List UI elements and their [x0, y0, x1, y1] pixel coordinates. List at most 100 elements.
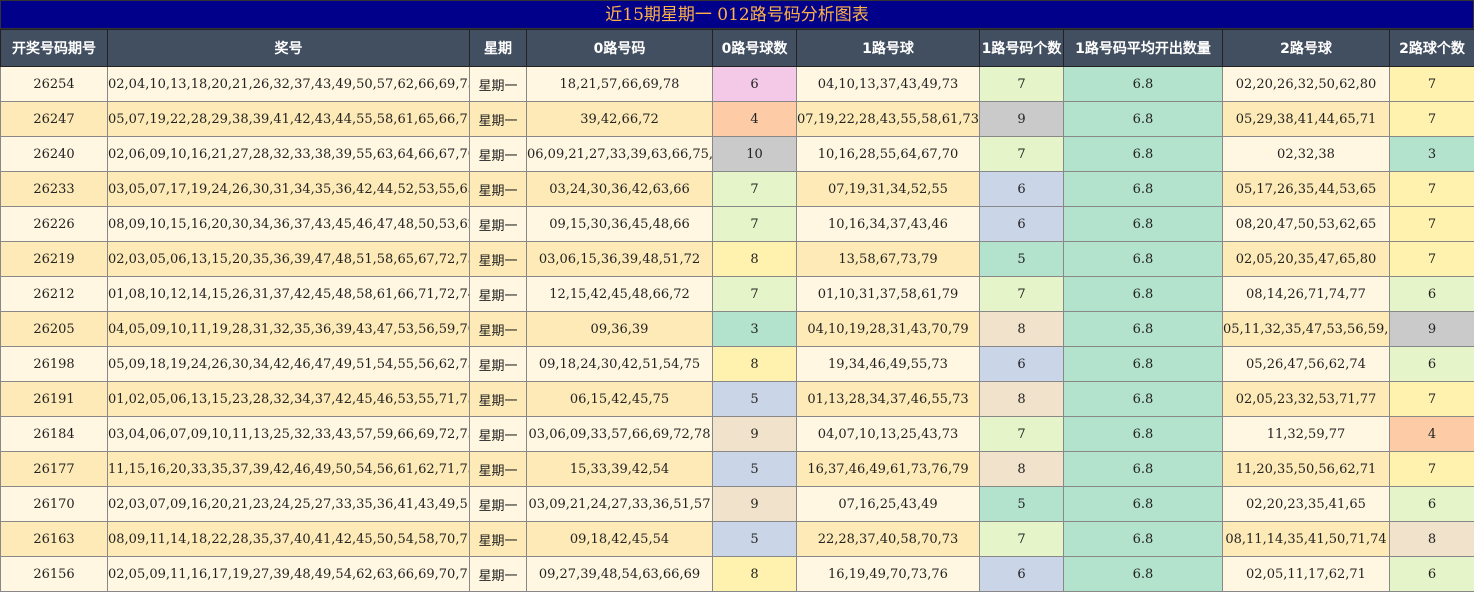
table-row: 2623303,05,07,17,19,24,26,30,31,34,35,36…	[1, 172, 1474, 207]
cell-r1-count: 7	[980, 67, 1064, 102]
cell-r1-count: 6	[980, 347, 1064, 382]
header-r0-count: 0路号球数	[713, 30, 797, 67]
cell-r0-numbers: 03,06,09,33,57,66,69,72,78	[527, 417, 713, 452]
cell-r0-count: 10	[713, 137, 797, 172]
cell-issue: 26198	[1, 347, 108, 382]
cell-weekday: 星期一	[470, 557, 527, 592]
cell-r2-numbers: 02,05,23,32,53,71,77	[1223, 382, 1390, 417]
header-r1-numbers: 1路号球	[797, 30, 980, 67]
cell-r2-numbers: 05,29,38,41,44,65,71	[1223, 102, 1390, 137]
cell-weekday: 星期一	[470, 522, 527, 557]
cell-r1-numbers: 01,13,28,34,37,46,55,73	[797, 382, 980, 417]
cell-r1-avg: 6.8	[1064, 522, 1223, 557]
cell-r1-count: 5	[980, 242, 1064, 277]
header-r1-count: 1路号码个数	[980, 30, 1064, 67]
chart-container: 近15期星期一 012路号码分析图表 开奖号码期号 奖号 星期 0路号码 0路号…	[0, 0, 1474, 591]
cell-r0-numbers: 03,06,15,36,39,48,51,72	[527, 242, 713, 277]
cell-numbers: 04,05,09,10,11,19,28,31,32,35,36,39,43,4…	[108, 312, 470, 347]
cell-r1-numbers: 07,19,22,28,43,55,58,61,73	[797, 102, 980, 137]
cell-weekday: 星期一	[470, 487, 527, 522]
cell-r1-avg: 6.8	[1064, 172, 1223, 207]
table-row: 2617002,03,07,09,16,20,21,23,24,25,27,33…	[1, 487, 1474, 522]
cell-r1-numbers: 19,34,46,49,55,73	[797, 347, 980, 382]
cell-r1-avg: 6.8	[1064, 557, 1223, 592]
cell-numbers: 03,04,06,07,09,10,11,13,25,32,33,43,57,5…	[108, 417, 470, 452]
cell-weekday: 星期一	[470, 277, 527, 312]
cell-r0-count: 8	[713, 347, 797, 382]
cell-r2-numbers: 05,17,26,35,44,53,65	[1223, 172, 1390, 207]
cell-r1-avg: 6.8	[1064, 382, 1223, 417]
cell-issue: 26177	[1, 452, 108, 487]
table-row: 2625402,04,10,13,18,20,21,26,32,37,43,49…	[1, 67, 1474, 102]
cell-r1-avg: 6.8	[1064, 347, 1223, 382]
cell-r1-count: 7	[980, 417, 1064, 452]
table-row: 2624705,07,19,22,28,29,38,39,41,42,43,44…	[1, 102, 1474, 137]
table-row: 2620504,05,09,10,11,19,28,31,32,35,36,39…	[1, 312, 1474, 347]
table-row: 2621201,08,10,12,14,15,26,31,37,42,45,48…	[1, 277, 1474, 312]
cell-r0-count: 9	[713, 487, 797, 522]
cell-weekday: 星期一	[470, 242, 527, 277]
cell-numbers: 02,04,10,13,18,20,21,26,32,37,43,49,50,5…	[108, 67, 470, 102]
cell-numbers: 01,08,10,12,14,15,26,31,37,42,45,48,58,6…	[108, 277, 470, 312]
cell-r2-numbers: 02,20,23,35,41,65	[1223, 487, 1390, 522]
cell-r0-count: 5	[713, 382, 797, 417]
cell-r2-count: 7	[1390, 172, 1474, 207]
cell-r1-count: 7	[980, 137, 1064, 172]
cell-weekday: 星期一	[470, 417, 527, 452]
cell-numbers: 05,09,18,19,24,26,30,34,42,46,47,49,51,5…	[108, 347, 470, 382]
cell-r1-avg: 6.8	[1064, 417, 1223, 452]
cell-r2-count: 6	[1390, 487, 1474, 522]
cell-r0-numbers: 09,27,39,48,54,63,66,69	[527, 557, 713, 592]
cell-issue: 26247	[1, 102, 108, 137]
cell-numbers: 02,06,09,10,16,21,27,28,32,33,38,39,55,6…	[108, 137, 470, 172]
cell-r0-count: 7	[713, 277, 797, 312]
cell-r2-count: 8	[1390, 522, 1474, 557]
header-issue: 开奖号码期号	[1, 30, 108, 67]
cell-r1-count: 8	[980, 312, 1064, 347]
cell-issue: 26184	[1, 417, 108, 452]
cell-r0-numbers: 06,09,21,27,33,39,63,66,75,78	[527, 137, 713, 172]
cell-r0-count: 5	[713, 522, 797, 557]
cell-r1-count: 7	[980, 277, 1064, 312]
cell-issue: 26233	[1, 172, 108, 207]
table-row: 2619805,09,18,19,24,26,30,34,42,46,47,49…	[1, 347, 1474, 382]
cell-r0-numbers: 12,15,42,45,48,66,72	[527, 277, 713, 312]
table-row: 2619101,02,05,06,13,15,23,28,32,34,37,42…	[1, 382, 1474, 417]
cell-r1-avg: 6.8	[1064, 102, 1223, 137]
cell-issue: 26219	[1, 242, 108, 277]
cell-r2-numbers: 05,26,47,56,62,74	[1223, 347, 1390, 382]
cell-weekday: 星期一	[470, 452, 527, 487]
cell-r0-count: 7	[713, 207, 797, 242]
cell-r1-count: 7	[980, 522, 1064, 557]
cell-r0-numbers: 09,18,24,30,42,51,54,75	[527, 347, 713, 382]
cell-r0-numbers: 03,09,21,24,27,33,36,51,57	[527, 487, 713, 522]
cell-r0-numbers: 09,36,39	[527, 312, 713, 347]
cell-numbers: 02,03,07,09,16,20,21,23,24,25,27,33,35,3…	[108, 487, 470, 522]
cell-r2-numbers: 08,14,26,71,74,77	[1223, 277, 1390, 312]
cell-r0-numbers: 09,15,30,36,45,48,66	[527, 207, 713, 242]
cell-r2-count: 4	[1390, 417, 1474, 452]
cell-r2-numbers: 08,11,14,35,41,50,71,74	[1223, 522, 1390, 557]
cell-numbers: 11,15,16,20,33,35,37,39,42,46,49,50,54,5…	[108, 452, 470, 487]
cell-r1-avg: 6.8	[1064, 67, 1223, 102]
table-row: 2618403,04,06,07,09,10,11,13,25,32,33,43…	[1, 417, 1474, 452]
cell-r1-numbers: 16,37,46,49,61,73,76,79	[797, 452, 980, 487]
cell-numbers: 08,09,10,15,16,20,30,34,36,37,43,45,46,4…	[108, 207, 470, 242]
analysis-table: 开奖号码期号 奖号 星期 0路号码 0路号球数 1路号球 1路号码个数 1路号码…	[0, 29, 1474, 592]
cell-r0-count: 4	[713, 102, 797, 137]
page-title: 近15期星期一 012路号码分析图表	[0, 0, 1474, 29]
cell-r1-avg: 6.8	[1064, 312, 1223, 347]
cell-r1-numbers: 10,16,28,55,64,67,70	[797, 137, 980, 172]
table-row: 2616308,09,11,14,18,22,28,35,37,40,41,42…	[1, 522, 1474, 557]
cell-r1-numbers: 04,07,10,13,25,43,73	[797, 417, 980, 452]
cell-r2-count: 3	[1390, 137, 1474, 172]
cell-numbers: 08,09,11,14,18,22,28,35,37,40,41,42,45,5…	[108, 522, 470, 557]
cell-r2-count: 6	[1390, 277, 1474, 312]
cell-r1-count: 8	[980, 382, 1064, 417]
cell-r0-count: 7	[713, 172, 797, 207]
cell-r1-count: 6	[980, 557, 1064, 592]
cell-r1-numbers: 13,58,67,73,79	[797, 242, 980, 277]
cell-issue: 26191	[1, 382, 108, 417]
cell-r1-avg: 6.8	[1064, 207, 1223, 242]
cell-weekday: 星期一	[470, 312, 527, 347]
